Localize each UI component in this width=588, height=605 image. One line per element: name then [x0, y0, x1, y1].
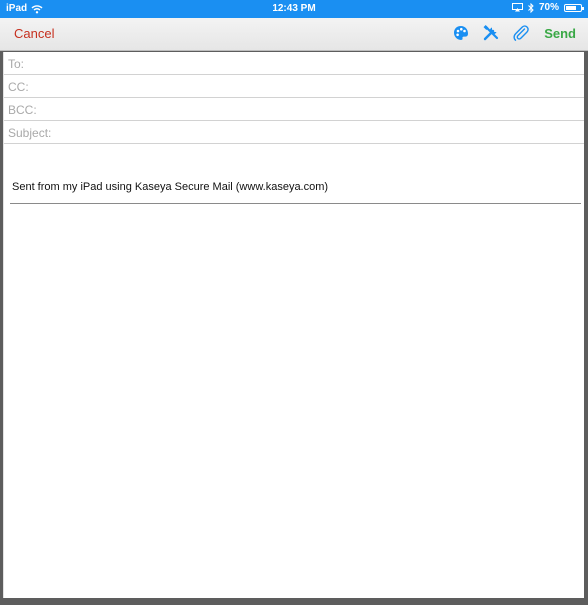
send-button[interactable]: Send	[544, 26, 576, 41]
cancel-button[interactable]: Cancel	[14, 26, 54, 41]
battery-icon	[564, 3, 584, 12]
battery-tip	[582, 6, 584, 10]
signature-divider	[10, 203, 581, 204]
palette-icon[interactable]	[452, 24, 470, 42]
compose-form: To: CC: BCC: Subject: Sent from my iPad …	[3, 52, 584, 598]
to-field-row[interactable]: To:	[4, 52, 584, 75]
compose-toolbar: Cancel Send	[0, 18, 588, 51]
paperclip-icon[interactable]	[512, 24, 530, 42]
bcc-input[interactable]	[64, 100, 578, 120]
toolbar-actions: Send	[452, 24, 576, 42]
subject-label: Subject:	[8, 126, 52, 140]
screen: iPad 12:43 PM 70% Cancel Send To: CC: BC…	[0, 0, 588, 605]
subject-field-row[interactable]: Subject:	[4, 121, 584, 144]
cc-field-row[interactable]: CC:	[4, 75, 584, 98]
screen-mirror-icon	[511, 3, 523, 12]
status-bar: iPad 12:43 PM 70%	[0, 0, 588, 18]
cc-input[interactable]	[64, 77, 578, 97]
bluetooth-icon	[528, 2, 534, 13]
battery-percent: 70%	[538, 2, 559, 13]
message-body[interactable]: Sent from my iPad using Kaseya Secure Ma…	[4, 144, 584, 597]
status-time: 12:43 PM	[272, 3, 316, 14]
bcc-field-row[interactable]: BCC:	[4, 98, 584, 121]
status-right: 70%	[511, 2, 584, 13]
subject-input[interactable]	[64, 123, 578, 143]
signature-text[interactable]: Sent from my iPad using Kaseya Secure Ma…	[12, 181, 328, 193]
to-label: To:	[8, 57, 25, 71]
tools-icon[interactable]	[482, 24, 500, 42]
cc-label: CC:	[8, 80, 29, 94]
battery-fill	[566, 5, 576, 10]
to-input[interactable]	[64, 54, 578, 74]
bcc-label: BCC:	[8, 103, 37, 117]
